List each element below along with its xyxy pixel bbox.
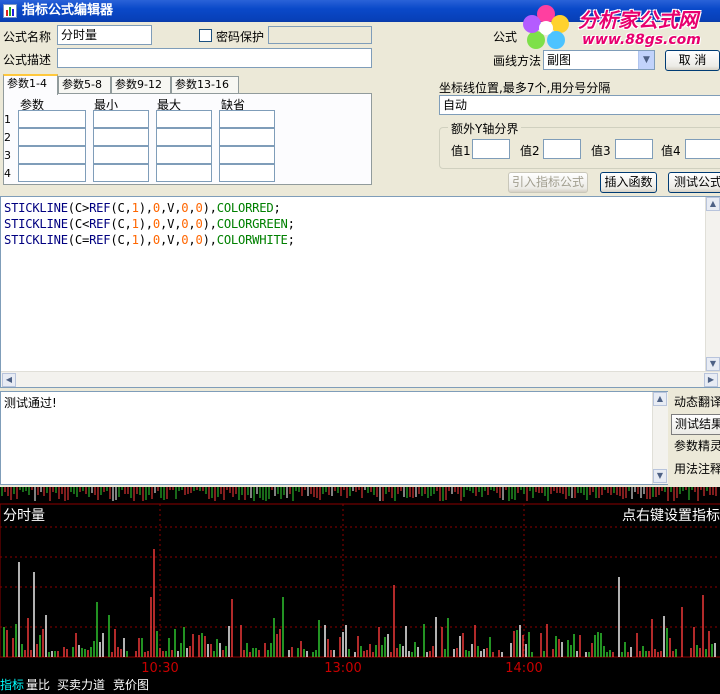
output-scroll-down-icon[interactable]: ▼ [653, 469, 667, 483]
test-result-button[interactable]: 测试结果 [671, 414, 720, 435]
value-4-input[interactable] [685, 139, 720, 159]
value-4-label: 值4 [661, 144, 681, 158]
volume-chart-svg: 10:30 13:00 14:00 [0, 487, 720, 676]
cancel-button[interactable]: 取 消 [665, 50, 720, 71]
password-input[interactable] [268, 26, 372, 44]
test-output-box[interactable]: 测试通过! ▲ ▼ [0, 391, 668, 485]
extra-y-axis-group: 额外Y轴分界 值1 值2 值3 值4 [439, 120, 720, 169]
time-axis-label: 13:00 [324, 661, 361, 676]
output-vertical-scrollbar[interactable]: ▲ ▼ [652, 392, 668, 484]
param-row-2-num: 2 [4, 131, 11, 144]
param-row-3-num: 3 [4, 149, 11, 162]
tab-params-1-4[interactable]: 参数1-4 [3, 74, 58, 95]
value-2-input[interactable] [543, 139, 581, 159]
param-2-name[interactable] [18, 128, 86, 146]
dynamic-translate-button[interactable]: 动态翻译 [671, 393, 720, 414]
scroll-right-icon[interactable]: ▶ [704, 373, 718, 387]
tab-params-13-16[interactable]: 参数13-16 [171, 76, 239, 94]
param-1-max[interactable] [156, 110, 212, 128]
editor-vertical-scrollbar[interactable]: ▲ ▼ [705, 197, 720, 371]
app-icon [3, 4, 17, 18]
time-axis-label: 14:00 [505, 661, 542, 676]
formula-desc-input[interactable] [57, 48, 372, 68]
tab-volume-ratio[interactable]: 量比 [26, 677, 50, 694]
param-1-default[interactable] [219, 110, 275, 128]
param-row-4-num: 4 [4, 167, 11, 180]
code-line: STICKLINE(C>REF(C,1),0,V,0,0),COLORRED; [4, 201, 281, 215]
axis-position-label: 坐标线位置,最多7个,用分号分隔 [439, 81, 611, 95]
axis-position-input[interactable]: 自动 [439, 95, 720, 115]
import-formula-button[interactable]: 引入指标公式 [508, 172, 588, 193]
value-2-label: 值2 [520, 144, 540, 158]
param-2-default[interactable] [219, 128, 275, 146]
formula-name-label: 公式名称 [3, 30, 52, 44]
param-row-1-num: 1 [4, 113, 11, 126]
chart-title: 分时量 [3, 508, 45, 524]
usage-notes-button[interactable]: 用法注释 [671, 460, 720, 481]
code-line: STICKLINE(C=REF(C,1),0,V,0,0),COLORWHITE… [4, 233, 295, 247]
value-1-input[interactable] [472, 139, 510, 159]
code-line: STICKLINE(C<REF(C,1),0,V,0,0),COLORGREEN… [4, 217, 295, 231]
scroll-up-icon[interactable]: ▲ [706, 197, 720, 211]
flower-logo-icon [523, 5, 569, 49]
scroll-down-icon[interactable]: ▼ [706, 357, 720, 371]
chart-hint: 点右键设置指标 [622, 508, 720, 524]
value-3-label: 值3 [591, 144, 611, 158]
param-2-min[interactable] [93, 128, 149, 146]
insert-function-button[interactable]: 插入函数 [600, 172, 657, 193]
output-scroll-up-icon[interactable]: ▲ [653, 392, 667, 406]
param-4-min[interactable] [93, 164, 149, 182]
tab-params-5-8[interactable]: 参数5-8 [58, 76, 111, 94]
bottom-tab-bar: 指标 量比 买卖力道 竞价图 [0, 677, 720, 694]
param-3-min[interactable] [93, 146, 149, 164]
test-formula-button[interactable]: 测试公式 [668, 172, 720, 193]
formula-desc-label: 公式描述 [3, 53, 52, 67]
password-checkbox[interactable] [199, 29, 212, 42]
formula-type-label: 公式 [493, 30, 518, 44]
draw-method-label: 画线方法 [493, 54, 542, 68]
tab-indicator[interactable]: 指标 [0, 677, 24, 694]
param-1-min[interactable] [93, 110, 149, 128]
formula-code-editor[interactable]: STICKLINE(C>REF(C,1),0,V,0,0),COLORRED; S… [0, 196, 720, 388]
tab-params-9-12[interactable]: 参数9-12 [111, 76, 171, 94]
chevron-down-icon[interactable]: ▼ [638, 51, 654, 69]
value-1-label: 值1 [451, 144, 471, 158]
param-2-max[interactable] [156, 128, 212, 146]
param-3-max[interactable] [156, 146, 212, 164]
scroll-left-icon[interactable]: ◀ [2, 373, 16, 387]
site-logo: 分析家公式网 www.88gs.com [516, 2, 720, 54]
tab-buy-sell-power[interactable]: 买卖力道 [57, 677, 105, 694]
time-axis-label: 10:30 [141, 661, 178, 676]
draw-method-value: 副图 [547, 53, 572, 67]
param-3-name[interactable] [18, 146, 86, 164]
logo-brand-text: 分析家公式网 [578, 8, 698, 32]
param-panel: 参数 最小 最大 缺省 1 2 3 4 [3, 93, 372, 185]
value-3-input[interactable] [615, 139, 653, 159]
formula-name-input[interactable]: 分时量 [57, 25, 152, 45]
param-1-name[interactable] [18, 110, 86, 128]
window-title: 指标公式编辑器 [22, 3, 114, 18]
test-output-text: 测试通过! [4, 396, 57, 410]
param-4-name[interactable] [18, 164, 86, 182]
editor-horizontal-scrollbar[interactable]: ◀ ▶ [1, 371, 720, 387]
draw-method-select[interactable]: 副图 ▼ [543, 50, 655, 70]
extra-y-axis-title: 额外Y轴分界 [448, 120, 522, 137]
param-wizard-button[interactable]: 参数精灵 [671, 437, 720, 458]
param-4-default[interactable] [219, 164, 275, 182]
logo-url-text: www.88gs.com [582, 32, 701, 48]
tab-auction-chart[interactable]: 竞价图 [113, 677, 149, 694]
param-4-max[interactable] [156, 164, 212, 182]
password-label: 密码保护 [216, 30, 265, 44]
param-3-default[interactable] [219, 146, 275, 164]
intraday-volume-chart[interactable]: 10:30 13:00 14:00 分时量 点右键设置指标 [0, 487, 720, 677]
